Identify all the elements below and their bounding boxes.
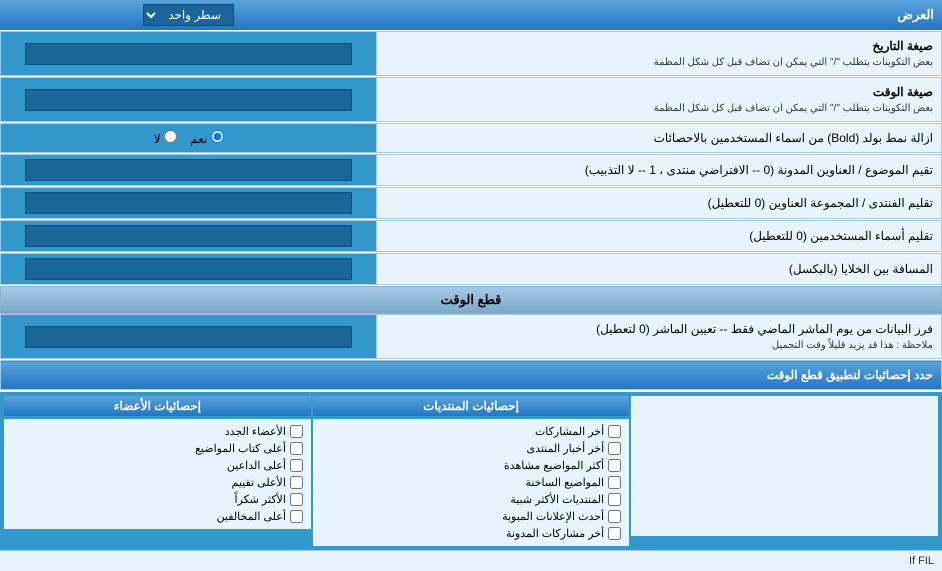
bottom-note: If FIL: [909, 555, 934, 567]
checkbox-col1-0[interactable]: [608, 425, 621, 438]
checkbox-col1-6[interactable]: [608, 527, 621, 540]
checkbox-col2-0[interactable]: [290, 425, 303, 438]
checkbox-col1-2[interactable]: [608, 459, 621, 472]
checkbox-col2-3[interactable]: [290, 476, 303, 489]
list-item: أعلى الداعين: [8, 457, 307, 474]
list-item: أخر مشاركات المدونة: [317, 525, 625, 542]
list-item: أعلى كتاب المواضيع: [8, 440, 307, 457]
usernames-input[interactable]: 0: [25, 225, 352, 247]
bold-no-radio[interactable]: [164, 130, 177, 143]
filter-note: ملاحظة : هذا قد يزيد قليلاً وقت التحميل: [385, 338, 933, 353]
checkbox-col1-3[interactable]: [608, 476, 621, 489]
list-item: الأكثر شكراً: [8, 491, 307, 508]
checkbox-col2-4[interactable]: [290, 493, 303, 506]
checkbox-col1-1[interactable]: [608, 442, 621, 455]
checkbox-col2-1[interactable]: [290, 442, 303, 455]
checkbox-col1-4[interactable]: [608, 493, 621, 506]
realtime-section-header: قطع الوقت: [0, 286, 942, 314]
list-item: المنتديات الأكثر شبية: [317, 491, 625, 508]
topic-title-input[interactable]: 33: [25, 159, 352, 181]
list-item: أخر أخبار المنتدى: [317, 440, 625, 457]
col2-header: إحصائيات الأعضاء: [4, 396, 311, 416]
time-format-sublabel: بعض التكوينات يتطلب "/" التي يمكن ان تضا…: [385, 101, 933, 116]
filter-value-input[interactable]: 0: [25, 326, 352, 348]
topic-title-label: تقيم الموضوع / العناوين المدونة (0 -- ال…: [385, 161, 933, 179]
list-item: أخر المشاركات: [317, 423, 625, 440]
list-item: أعلى المخالفين: [8, 508, 307, 525]
list-item: أكثر المواضيع مشاهدة: [317, 457, 625, 474]
list-item: أحدث الإعلانات المبوبة: [317, 508, 625, 525]
date-format-label: صيغة التاريخ: [385, 37, 933, 55]
date-format-sublabel: بعض التكوينات يتطلب "/" التي يمكن ان تضا…: [385, 55, 933, 70]
forum-group-input[interactable]: 33: [25, 192, 352, 214]
col1-header: إحصائيات المنتديات: [313, 396, 629, 416]
checkbox-col2-5[interactable]: [290, 510, 303, 523]
display-select[interactable]: سطر واحد: [143, 4, 234, 26]
list-item: الأعلى تقييم: [8, 474, 307, 491]
list-item: الأعضاء الجدد: [8, 423, 307, 440]
time-format-label: صيغة الوقت: [385, 83, 933, 101]
forum-group-label: تقليم الفنتدى / المجموعة العناوين (0 للت…: [385, 194, 933, 212]
checkbox-col2-2[interactable]: [290, 459, 303, 472]
cell-spacing-input[interactable]: 2: [25, 258, 352, 280]
bold-yes-label: نعم: [187, 132, 224, 146]
usernames-label: تقليم أسماء المستخدمين (0 للتعطيل): [385, 227, 933, 245]
bold-yes-radio[interactable]: [211, 130, 224, 143]
cell-spacing-label: المسافة بين الخلايا (بالبكسل): [385, 260, 933, 278]
bold-remove-label: ازالة نمط بولد (Bold) من اسماء المستخدمي…: [385, 129, 933, 147]
filter-label: فرز البيانات من يوم الماشر الماضي فقط --…: [385, 320, 933, 338]
date-format-input[interactable]: d-m: [25, 43, 352, 65]
list-item: المواضيع الساخنة: [317, 474, 625, 491]
apply-label: حدد إحصائيات لتطبيق قطع الوقت: [767, 368, 933, 382]
checkbox-col1-5[interactable]: [608, 510, 621, 523]
time-format-input[interactable]: H:i: [25, 89, 352, 111]
bold-no-label: لا: [154, 132, 177, 146]
page-title: العرض: [377, 0, 942, 30]
